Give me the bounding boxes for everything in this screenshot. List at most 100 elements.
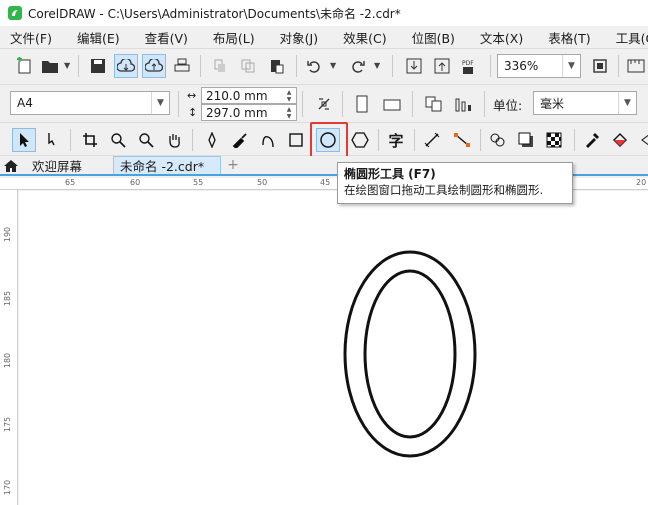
- crop-tool-icon[interactable]: [78, 128, 102, 152]
- pan-tool-icon[interactable]: [162, 128, 186, 152]
- toolbar-separator: [296, 55, 297, 77]
- cloud-download-icon[interactable]: [114, 54, 138, 78]
- toolbar-separator: [200, 55, 201, 77]
- ruler-tick-label: 180: [3, 352, 13, 369]
- smart-fill-tool-icon[interactable]: [634, 128, 648, 152]
- ruler-tick-label: 190: [3, 226, 13, 243]
- bleed-options-icon[interactable]: [452, 92, 476, 116]
- chevron-down-icon[interactable]: ▼: [151, 92, 169, 114]
- zoom-level-value: 336%: [504, 59, 539, 73]
- redo-icon[interactable]: [346, 54, 370, 78]
- units-select[interactable]: 毫米 ▼: [533, 91, 637, 115]
- undo-icon[interactable]: [302, 54, 326, 78]
- chevron-down-icon[interactable]: ▼: [618, 92, 636, 114]
- export-icon[interactable]: [430, 54, 454, 78]
- ruler-tick-label: 20: [636, 178, 647, 187]
- text-tool-icon[interactable]: 字: [384, 128, 408, 152]
- parallel-dimension-tool-icon[interactable]: [420, 128, 444, 152]
- window-title: CorelDRAW - C:\Users\Administrator\Docum…: [28, 6, 401, 21]
- open-folder-icon[interactable]: [38, 54, 62, 78]
- interactive-fill-tool-icon[interactable]: [608, 128, 632, 152]
- artistic-media-tool-icon[interactable]: [228, 128, 252, 152]
- width-icon: ↔: [187, 89, 197, 102]
- smart-drawing-tool-icon[interactable]: [256, 128, 280, 152]
- page-height-field[interactable]: 297.0 mm ▲ ▼: [201, 104, 297, 121]
- add-tab-button[interactable]: +: [224, 156, 242, 174]
- drawing-area: [343, 250, 477, 458]
- menu-text[interactable]: 文本(X): [480, 28, 523, 47]
- cloud-upload-icon[interactable]: [142, 54, 166, 78]
- ruler-options-icon[interactable]: [624, 54, 648, 78]
- pick-tool-icon[interactable]: [12, 128, 36, 152]
- menu-tools[interactable]: 工具(O): [616, 28, 648, 47]
- home-icon[interactable]: [2, 158, 20, 174]
- toolbar-separator: [302, 91, 303, 117]
- tab-document[interactable]: 未命名 -2.cdr*: [113, 156, 221, 174]
- all-pages-icon[interactable]: [312, 92, 336, 116]
- undo-dropdown-icon[interactable]: ▼: [330, 61, 336, 70]
- page-width-value: 210.0 mm: [206, 88, 268, 103]
- vertical-ruler[interactable]: 190 185 180 175 170: [0, 190, 18, 505]
- menu-table[interactable]: 表格(T): [548, 28, 590, 47]
- menu-object[interactable]: 对象(J): [280, 28, 318, 47]
- menu-file[interactable]: 文件(F): [10, 28, 52, 47]
- transparency-tool-icon[interactable]: [542, 128, 566, 152]
- cut-icon[interactable]: [208, 54, 232, 78]
- toolbar-separator: [480, 129, 481, 151]
- units-label: 单位:: [493, 98, 523, 113]
- page-size-select[interactable]: A4 ▼: [10, 91, 170, 115]
- toolbar-separator: [574, 129, 575, 151]
- copy-icon[interactable]: [236, 54, 260, 78]
- redo-dropdown-icon[interactable]: ▼: [374, 61, 380, 70]
- page-width-field[interactable]: 210.0 mm ▲ ▼: [201, 87, 297, 104]
- toolbar-separator: [412, 91, 413, 117]
- menu-effects[interactable]: 效果(C): [343, 28, 386, 47]
- ellipse-tool-highlight: [310, 122, 348, 158]
- ruler-tick-label: 55: [193, 178, 204, 187]
- polygon-tool-icon[interactable]: [348, 128, 372, 152]
- menu-layout[interactable]: 布局(L): [213, 28, 255, 47]
- tab-welcome-screen[interactable]: 欢迎屏幕: [26, 156, 110, 174]
- paste-icon[interactable]: [264, 54, 288, 78]
- portrait-icon[interactable]: [350, 92, 374, 116]
- width-stepper-icon[interactable]: ▲ ▼: [282, 88, 296, 103]
- ruler-tick-label: 170: [3, 479, 13, 496]
- blend-tool-icon[interactable]: [486, 128, 510, 152]
- freehand-tool-icon[interactable]: [200, 128, 224, 152]
- new-document-icon[interactable]: [12, 54, 36, 78]
- page-layout-icon[interactable]: [422, 92, 446, 116]
- inner-ellipse-shape[interactable]: [363, 269, 457, 439]
- tooltip-description: 在绘图窗口拖动工具绘制圆形和椭圆形.: [344, 183, 544, 197]
- toolbar-separator: [414, 129, 415, 151]
- toolbar-separator: [490, 55, 491, 77]
- toolbar-separator: [70, 129, 71, 151]
- toolbar-separator: [484, 91, 485, 117]
- open-dropdown-icon[interactable]: ▼: [64, 61, 70, 70]
- units-value: 毫米: [540, 96, 565, 111]
- publish-pdf-icon[interactable]: PDF: [458, 54, 482, 78]
- landscape-icon[interactable]: [380, 92, 404, 116]
- save-icon[interactable]: [86, 54, 110, 78]
- title-bar: CorelDRAW - C:\Users\Administrator\Docum…: [0, 0, 648, 26]
- eyedropper-tool-icon[interactable]: [580, 128, 604, 152]
- menu-bitmaps[interactable]: 位图(B): [412, 28, 455, 47]
- import-icon[interactable]: [402, 54, 426, 78]
- print-icon[interactable]: [170, 54, 194, 78]
- menu-edit[interactable]: 编辑(E): [77, 28, 120, 47]
- zoom-tool-icon[interactable]: [106, 128, 130, 152]
- drop-shadow-tool-icon[interactable]: [514, 128, 538, 152]
- svg-text:PDF: PDF: [462, 60, 474, 67]
- menu-view[interactable]: 查看(V): [145, 28, 188, 47]
- full-screen-preview-icon[interactable]: [588, 54, 612, 78]
- shape-tool-icon[interactable]: [40, 128, 64, 152]
- zoom-out-tool-icon[interactable]: [134, 128, 158, 152]
- ruler-tick-label: 45: [320, 178, 331, 187]
- page-size-value: A4: [17, 96, 33, 110]
- ruler-tick-label: 175: [3, 416, 13, 433]
- zoom-level-select[interactable]: 336% ▼: [497, 54, 581, 78]
- rectangle-tool-icon[interactable]: [284, 128, 308, 152]
- height-stepper-icon[interactable]: ▲ ▼: [282, 105, 296, 120]
- chevron-down-icon[interactable]: ▼: [562, 55, 580, 77]
- connector-tool-icon[interactable]: [450, 128, 474, 152]
- drawing-canvas[interactable]: [19, 191, 648, 505]
